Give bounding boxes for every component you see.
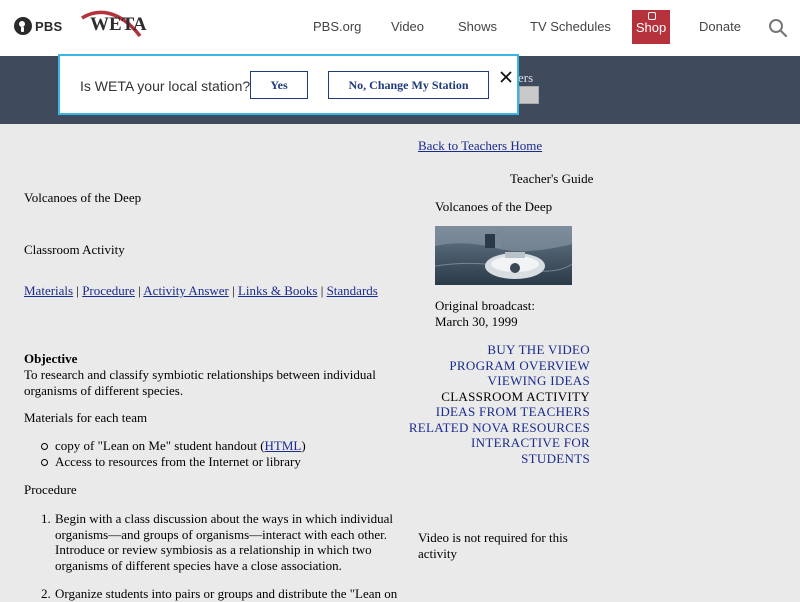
- program-nav: BUY THE VIDEO PROGRAM OVERVIEW VIEWING I…: [409, 342, 590, 466]
- material-text: ): [301, 438, 306, 453]
- close-icon[interactable]: [498, 69, 514, 85]
- link-standards[interactable]: Standards: [327, 283, 378, 298]
- weta-logo-text: WETA: [90, 14, 147, 35]
- popup-question: Is WETA your local station?: [80, 78, 251, 94]
- link-procedure[interactable]: Procedure: [82, 283, 135, 298]
- objective-line: To research and classify symbiotic relat…: [24, 367, 376, 382]
- nav-related-nova-resources[interactable]: RELATED NOVA RESOURCES: [409, 420, 590, 435]
- material-text: Access to resources from the Internet or…: [55, 453, 301, 469]
- materials-list: copy of "Lean on Me" student handout (HT…: [24, 438, 306, 469]
- section-jump-links: Materials | Procedure | Activity Answer …: [24, 283, 378, 299]
- link-links-books[interactable]: Links & Books: [238, 283, 317, 298]
- weta-logo[interactable]: WETA: [80, 10, 147, 44]
- nav-buy-the-video[interactable]: BUY THE VIDEO: [487, 342, 590, 357]
- banner-partial-text: ers: [518, 70, 534, 85]
- procedure-step-line: Organize students into pairs or groups a…: [55, 586, 398, 601]
- yes-button[interactable]: Yes: [250, 71, 308, 99]
- link-separator: |: [228, 283, 238, 298]
- nav-shows[interactable]: Shows: [458, 19, 497, 34]
- pbs-logo-text: PBS: [35, 18, 63, 34]
- material-text: copy of "Lean on Me" student handout (: [55, 438, 265, 453]
- nav-program-overview[interactable]: PROGRAM OVERVIEW: [449, 358, 590, 373]
- nav-video[interactable]: Video: [391, 19, 424, 34]
- submersible-photo: [435, 226, 572, 285]
- popup-pointer: [103, 40, 131, 54]
- objective-line: organisms of different species.: [24, 383, 184, 398]
- gift-icon: [648, 12, 656, 20]
- link-materials[interactable]: Materials: [24, 283, 73, 298]
- nav-shop-button[interactable]: Shop: [632, 10, 670, 44]
- pbs-logo[interactable]: PBS: [14, 17, 62, 35]
- nav-interactive-for-students-cont[interactable]: STUDENTS: [521, 451, 590, 466]
- handout-html-link[interactable]: HTML: [265, 438, 302, 453]
- link-activity-answer[interactable]: Activity Answer: [143, 283, 229, 298]
- banner-image-placeholder: [519, 86, 539, 104]
- procedure-step-line: Begin with a class discussion about the …: [55, 511, 393, 526]
- list-item: Access to resources from the Internet or…: [24, 454, 306, 470]
- change-station-button[interactable]: No, Change My Station: [328, 71, 489, 99]
- procedure-step-line: organisms—and groups of organisms—intera…: [55, 527, 388, 542]
- video-note-line: activity: [418, 546, 457, 561]
- procedure-step-line: organisms of different species have a cl…: [55, 558, 342, 573]
- page-subtitle: Classroom Activity: [24, 242, 125, 257]
- guide-label: Teacher's Guide: [510, 171, 594, 186]
- search-icon[interactable]: [768, 18, 788, 38]
- nav-pbs-org[interactable]: PBS.org: [313, 19, 361, 34]
- step-number: 2.: [41, 586, 51, 601]
- submersible-image-icon: [435, 226, 572, 279]
- objective-heading: Objective: [24, 351, 78, 366]
- video-note-line: Video is not required for this: [418, 530, 568, 545]
- nav-interactive-for-students[interactable]: INTERACTIVE FOR: [471, 435, 590, 450]
- nav-viewing-ideas[interactable]: VIEWING IDEAS: [488, 373, 590, 388]
- page-title: Volcanoes of the Deep: [24, 190, 142, 205]
- link-separator: |: [317, 283, 327, 298]
- step-number: 1.: [41, 511, 51, 526]
- shop-label: Shop: [635, 20, 667, 35]
- nav-ideas-from-teachers[interactable]: IDEAS FROM TEACHERS: [436, 404, 590, 419]
- back-to-teachers-link[interactable]: Back to Teachers Home: [418, 138, 542, 154]
- local-station-popup: Is WETA your local station? Yes No, Chan…: [58, 54, 519, 115]
- procedure-step-line: Introduce or review symbiosis as a relat…: [55, 542, 372, 557]
- broadcast-label: Original broadcast:: [435, 298, 535, 313]
- procedure-heading: Procedure: [24, 482, 77, 497]
- broadcast-date: March 30, 1999: [435, 314, 518, 329]
- link-separator: |: [73, 283, 83, 298]
- pbs-head-icon: [14, 17, 32, 35]
- program-title: Volcanoes of the Deep: [435, 199, 553, 214]
- nav-classroom-activity-current: CLASSROOM ACTIVITY: [441, 388, 590, 404]
- materials-heading: Materials for each team: [24, 410, 148, 425]
- nav-tv-schedules[interactable]: TV Schedules: [530, 19, 611, 34]
- nav-donate[interactable]: Donate: [699, 19, 741, 34]
- list-item: copy of "Lean on Me" student handout (HT…: [24, 438, 306, 454]
